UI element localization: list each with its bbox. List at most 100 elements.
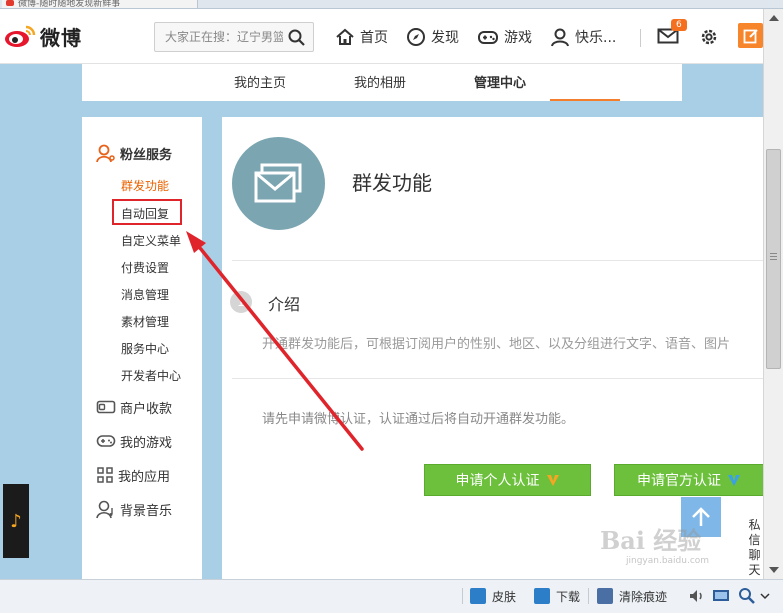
chevron-down-icon [760, 593, 770, 600]
apply-official-verification-button[interactable]: 申请官方认证 [614, 464, 763, 496]
apply-personal-verification-button[interactable]: 申请个人认证 [424, 464, 591, 496]
scroll-down-arrow-icon[interactable] [769, 567, 779, 573]
fans-user-icon [96, 144, 115, 163]
nav-profile-label: 快乐... [575, 30, 617, 46]
divider [232, 378, 763, 379]
divider [232, 260, 763, 261]
left-sidebar: 粉丝服务 群发功能 自动回复 自定义菜单 付费设置 消息管理 素材管理 服务中心… [82, 117, 202, 579]
sidebar-item-developer-center[interactable]: 开发者中心 [121, 367, 181, 384]
apply-official-verification-label: 申请官方认证 [637, 473, 721, 489]
statusbar-download-label: 下载 [556, 589, 581, 604]
fans-service-title: 粉丝服务 [120, 147, 173, 163]
thumb-grip [770, 253, 777, 254]
page-scrollbar[interactable] [763, 9, 783, 579]
sidebar-item-custom-menu[interactable]: 自定义菜单 [121, 232, 181, 249]
tab-my-home[interactable]: 我的主页 [234, 72, 286, 91]
statusbar-divider [588, 588, 589, 604]
nav-games[interactable]: 游戏 [477, 25, 532, 49]
nav-discover-label: 发现 [431, 30, 459, 46]
settings-button[interactable] [699, 27, 719, 51]
background-music-label: 背景音乐 [120, 503, 173, 519]
weibo-eye-icon [4, 24, 36, 48]
sidebar-item-material-management[interactable]: 素材管理 [121, 313, 169, 330]
logo-text: 微博 [40, 25, 82, 50]
tab-my-album[interactable]: 我的相册 [354, 72, 406, 91]
pencil-edit-icon [743, 28, 758, 43]
profile-tabs: 我的主页 我的相册 管理中心 [82, 64, 682, 101]
nav-discover[interactable]: 发现 [406, 25, 459, 49]
sidebar-item-service-center[interactable]: 服务中心 [121, 340, 169, 357]
active-tab-underline [550, 99, 620, 101]
broom-icon [597, 588, 613, 604]
compose-button[interactable] [738, 23, 763, 48]
statusbar-clear-label: 清除痕迹 [619, 589, 668, 604]
page-title: 群发功能 [352, 171, 432, 195]
tab-management-center[interactable]: 管理中心 [474, 72, 526, 91]
intro-description: 开通群发功能后，可根据订阅用户的性别、地区、以及分组进行文字、语音、图片 [262, 337, 731, 352]
my-games-label: 我的游戏 [120, 435, 173, 451]
blue-v-badge-icon [728, 475, 740, 486]
nav-games-label: 游戏 [504, 30, 532, 46]
nav-home-label: 首页 [360, 30, 388, 46]
sidebar-item-my-apps[interactable]: 我的应用 [96, 465, 170, 485]
weibo-logo[interactable]: 微博 [4, 21, 82, 51]
scroll-up-arrow-icon[interactable] [769, 15, 779, 21]
mass-send-feature-icon [232, 137, 325, 230]
private-message-chat[interactable]: 私信聊天 [746, 518, 763, 578]
mail-button[interactable]: 6 [657, 19, 687, 49]
search-input[interactable] [155, 23, 283, 51]
fans-service-header[interactable]: 粉丝服务 [96, 142, 172, 164]
gamepad-icon [96, 435, 116, 447]
browser-tab-title: 微博-随时随地发现新鲜事 [18, 0, 121, 8]
highlight-box [112, 199, 182, 225]
merchant-payment-label: 商户收款 [120, 401, 173, 417]
browser-tab-strip: 微博-随时随地发现新鲜事 [0, 0, 783, 9]
watermark-url: jingyan.baidu.com [626, 556, 710, 566]
gear-icon [701, 29, 717, 45]
statusbar-skin-label: 皮肤 [492, 589, 517, 604]
screen-icon [713, 590, 729, 601]
sidebar-item-my-games[interactable]: 我的游戏 [96, 431, 172, 451]
favicon-icon [6, 0, 14, 6]
apply-personal-verification-label: 申请个人认证 [455, 473, 540, 489]
mail-stack-icon [254, 163, 301, 202]
browser-status-bar: 皮肤 下载 清除痕迹 [0, 579, 783, 613]
thumb-grip [770, 259, 777, 260]
statusbar-divider [462, 588, 463, 604]
compass-icon [407, 28, 425, 46]
top-nav-bar: 微博 首页 发现 游戏 快乐... 6 [0, 9, 763, 64]
statusbar-zoom[interactable] [738, 586, 756, 606]
browser-tab[interactable]: 微博-随时随地发现新鲜事 [2, 0, 198, 8]
thumb-grip [770, 256, 777, 257]
watermark-logo: Bai 经验 [600, 526, 702, 555]
music-player-tab[interactable]: ♪ [3, 484, 29, 558]
home-icon [336, 28, 354, 45]
search-icon[interactable] [288, 29, 305, 50]
nav-home[interactable]: 首页 [335, 25, 388, 49]
skin-icon [470, 588, 486, 604]
statusbar-volume[interactable] [688, 586, 706, 606]
mail-badge: 6 [671, 19, 687, 31]
sidebar-item-merchant-payment[interactable]: 商户收款 [96, 397, 172, 417]
magnifier-icon [739, 588, 755, 604]
nav-divider [640, 29, 641, 47]
scrollbar-thumb[interactable] [766, 149, 781, 369]
statusbar-skin[interactable]: 皮肤 [470, 586, 516, 606]
statusbar-download[interactable]: 下载 [534, 586, 580, 606]
nav-profile[interactable]: 快乐... [550, 25, 616, 49]
wallet-icon [96, 400, 116, 414]
statusbar-screen[interactable] [712, 586, 730, 606]
statusbar-zoom-dropdown[interactable] [760, 586, 770, 606]
sidebar-item-message-management[interactable]: 消息管理 [121, 286, 169, 303]
sidebar-item-payment-settings[interactable]: 付费设置 [121, 259, 169, 276]
music-note-icon: ♪ [10, 510, 22, 532]
sidebar-item-background-music[interactable]: 背景音乐 [96, 499, 172, 519]
search-box [154, 22, 314, 52]
music-user-icon [96, 500, 113, 519]
apps-grid-icon [97, 467, 113, 483]
user-icon [551, 28, 569, 47]
verification-notice: 请先申请微博认证，认证通过后将自动开通群发功能。 [262, 412, 575, 427]
statusbar-clear-history[interactable]: 清除痕迹 [597, 586, 667, 606]
my-apps-label: 我的应用 [118, 469, 171, 485]
sidebar-item-mass-send[interactable]: 群发功能 [121, 177, 169, 194]
